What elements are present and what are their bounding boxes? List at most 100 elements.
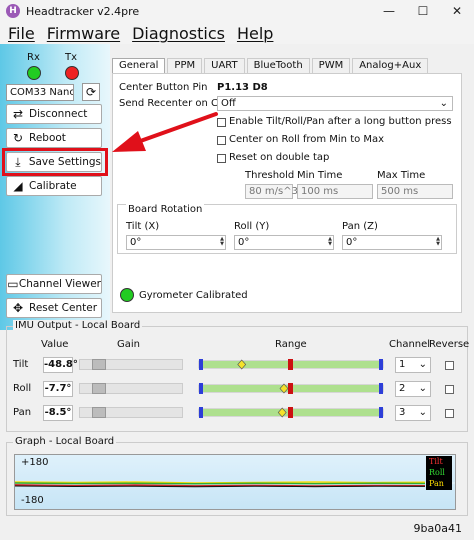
graph-legend: Tilt Roll Pan	[426, 456, 452, 490]
roll-axis-label: Roll	[13, 383, 32, 394]
tilt-x-spinbox[interactable]: 0° ▲ ▼	[126, 235, 226, 250]
pan-gain-slider[interactable]	[79, 407, 183, 418]
channel-viewer-icon: ▭	[7, 277, 19, 291]
graph-title: Graph - Local Board	[13, 436, 117, 447]
pan-z-label: Pan (Z)	[342, 221, 378, 232]
channel-viewer-button[interactable]: ▭ Channel Viewer	[6, 274, 102, 294]
pan-axis-label: Pan	[13, 407, 32, 418]
board-rotation-title: Board Rotation	[126, 204, 205, 215]
save-settings-highlight	[2, 148, 108, 176]
tilt-x-label: Tilt (X)	[126, 221, 160, 232]
pan-range-slider[interactable]	[195, 407, 387, 418]
maximize-button[interactable]: ☐	[406, 0, 440, 22]
pan-z-spinbox[interactable]: 0° ▲ ▼	[342, 235, 442, 250]
roll-channel-select[interactable]: 2 ⌄	[395, 381, 431, 397]
min-time-label: Min Time	[297, 170, 343, 181]
reset-center-button[interactable]: ✥ Reset Center	[6, 298, 102, 318]
menu-bar: File Firmware Diagnostics Help	[0, 22, 474, 44]
tab-uart[interactable]: UART	[204, 58, 245, 73]
threshold-label: Threshold	[245, 170, 295, 181]
title-bar: H Headtracker v2.4pre — ☐ ✕	[0, 0, 474, 22]
reboot-icon: ↻	[12, 131, 24, 145]
double-tap-label: Reset on double tap	[229, 152, 330, 163]
roll-y-label: Roll (Y)	[234, 221, 270, 232]
menu-diagnostics[interactable]: Diagnostics	[132, 24, 225, 43]
tilt-gain-slider[interactable]	[79, 359, 183, 370]
long-press-label: Enable Tilt/Roll/Pan after a long button…	[229, 116, 452, 127]
center-roll-label: Center on Roll from Min to Max	[229, 134, 385, 145]
range-header: Range	[275, 339, 307, 350]
recenter-select[interactable]: Off ⌄	[217, 96, 453, 111]
gain-header: Gain	[117, 339, 140, 350]
legend-tilt: Tilt	[429, 457, 443, 466]
graph-plot: +180 -180	[14, 454, 456, 510]
gyro-status-label: Gyrometer Calibrated	[139, 290, 248, 301]
tx-led-icon	[65, 66, 79, 80]
calibrate-button[interactable]: ◢ Calibrate	[6, 176, 102, 196]
refresh-ports-button[interactable]: ⟳	[82, 83, 100, 101]
pan-reverse-checkbox[interactable]	[445, 409, 454, 418]
reverse-header: Reverse	[429, 339, 470, 350]
disconnect-icon: ⇄	[12, 107, 24, 121]
center-button-value: P1.13 D8	[217, 82, 268, 93]
chevron-down-icon: ⌄	[418, 383, 427, 394]
tab-bluetooth[interactable]: BlueTooth	[246, 58, 310, 73]
tab-pwm[interactable]: PWM	[311, 58, 351, 73]
legend-roll: Roll	[429, 468, 445, 477]
roll-range-slider[interactable]	[195, 383, 387, 394]
tilt-axis-label: Tilt	[13, 359, 29, 370]
graph-traces	[15, 481, 455, 488]
reboot-button[interactable]: ↻ Reboot	[6, 128, 102, 148]
tilt-channel-select[interactable]: 1 ⌄	[395, 357, 431, 373]
window-title: Headtracker v2.4pre	[26, 4, 140, 18]
max-time-input[interactable]: 500 ms	[377, 184, 453, 199]
tilt-reverse-checkbox[interactable]	[445, 361, 454, 370]
roll-y-spinbox[interactable]: 0° ▲ ▼	[234, 235, 334, 250]
chevron-down-icon: ⌄	[439, 98, 448, 109]
center-button-label: Center Button Pin	[119, 82, 208, 93]
close-button[interactable]: ✕	[440, 0, 474, 22]
center-roll-checkbox[interactable]	[217, 136, 226, 145]
board-rotation-group: Board Rotation Tilt (X) Roll (Y) Pan (Z)…	[117, 204, 457, 254]
channel-header: Channel	[389, 339, 431, 350]
double-tap-checkbox[interactable]	[217, 154, 226, 163]
long-press-checkbox[interactable]	[217, 118, 226, 127]
refresh-icon: ⟳	[85, 85, 97, 99]
calibrate-icon: ◢	[13, 179, 23, 193]
tab-ppm[interactable]: PPM	[167, 58, 203, 73]
slider-thumb[interactable]	[92, 383, 106, 394]
minimize-button[interactable]: —	[372, 0, 406, 22]
disconnect-button[interactable]: ⇄ Disconnect	[6, 104, 102, 124]
value-header: Value	[41, 339, 69, 350]
slider-thumb[interactable]	[92, 359, 106, 370]
menu-firmware[interactable]: Firmware	[47, 24, 120, 43]
app-icon: H	[6, 4, 20, 18]
roll-reverse-checkbox[interactable]	[445, 385, 454, 394]
rx-led-icon	[27, 66, 41, 80]
com-port-select[interactable]: COM33 Nanc	[6, 84, 74, 101]
threshold-input[interactable]: 80 m/s^3	[245, 184, 298, 199]
tilt-value: -48.8°	[43, 357, 78, 373]
tab-analog-aux[interactable]: Analog+Aux	[352, 58, 429, 73]
tab-general[interactable]: General	[112, 58, 166, 73]
tx-label: Tx	[65, 52, 78, 63]
imu-output-title: IMU Output - Local Board	[13, 320, 143, 331]
imu-output-section: IMU Output - Local Board Value Gain Rang…	[6, 320, 470, 432]
slider-thumb[interactable]	[92, 407, 106, 418]
spin-arrows-icon: ▲ ▼	[328, 236, 332, 247]
chevron-down-icon: ⌄	[418, 359, 427, 370]
min-time-input[interactable]: 100 ms	[297, 184, 373, 199]
spin-arrows-icon: ▲ ▼	[220, 236, 224, 247]
crosshair-icon: ✥	[12, 301, 24, 315]
general-panel: Center Button Pin P1.13 D8 Send Recenter…	[112, 73, 462, 313]
menu-help[interactable]: Help	[237, 24, 273, 43]
chevron-down-icon: ⌄	[418, 407, 427, 418]
tilt-range-slider[interactable]	[195, 359, 387, 370]
version-label: 9ba0a41	[413, 522, 462, 535]
menu-file[interactable]: File	[8, 24, 35, 43]
pan-channel-select[interactable]: 3 ⌄	[395, 405, 431, 421]
max-time-label: Max Time	[377, 170, 426, 181]
pan-value: -8.5°	[43, 405, 73, 421]
roll-gain-slider[interactable]	[79, 383, 183, 394]
gyro-status-led-icon	[120, 288, 134, 302]
